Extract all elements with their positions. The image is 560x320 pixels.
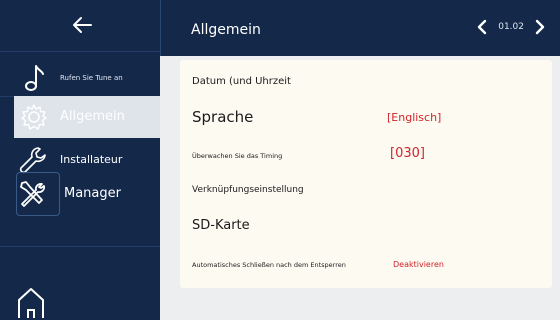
page-title: Allgemein: [191, 22, 261, 38]
sidebar-item-label: Manager: [64, 186, 121, 201]
sd-card-setting[interactable]: SD-Karte: [192, 218, 250, 233]
chevron-left-icon[interactable]: [476, 19, 488, 35]
settings-card: Datum (und Uhrzeit Sprache [Englisch] Üb…: [180, 60, 552, 288]
sidebar-item-label: Rufen Sie Tune an: [60, 74, 123, 82]
autoclose-value[interactable]: Deaktivieren: [393, 260, 444, 269]
music-note-icon: [16, 62, 48, 94]
sidebar-item-call-tune[interactable]: Rufen Sie Tune an: [0, 56, 160, 100]
sidebar-item-manager[interactable]: Manager: [0, 172, 160, 216]
header: Allgemein 01.02: [160, 0, 560, 56]
timing-value[interactable]: [030]: [390, 146, 425, 161]
chevron-right-icon[interactable]: [534, 19, 546, 35]
sidebar: Rufen Sie Tune an Allgemein Installateur…: [0, 0, 160, 320]
page-indicator: 01.02: [498, 22, 524, 32]
home-icon: [18, 288, 44, 318]
divider: [0, 246, 160, 247]
sidebar-item-general[interactable]: Allgemein: [14, 96, 160, 138]
gear-icon: [18, 101, 50, 133]
timing-setting[interactable]: Überwachen Sie das Timing: [192, 152, 282, 160]
home-button[interactable]: [16, 284, 46, 320]
tools-icon: [16, 178, 48, 210]
datetime-setting[interactable]: Datum (und Uhrzeit: [192, 76, 291, 87]
link-setting[interactable]: Verknüpfungseinstellung: [192, 185, 304, 195]
pager: 01.02: [476, 16, 546, 38]
sidebar-item-label: Allgemein: [60, 109, 125, 124]
back-button[interactable]: [0, 0, 160, 52]
autoclose-setting[interactable]: Automatisches Schließen nach dem Entsper…: [192, 261, 346, 269]
language-value[interactable]: [Englisch]: [387, 111, 441, 124]
language-setting[interactable]: Sprache: [192, 108, 253, 126]
arrow-left-icon: [73, 17, 92, 33]
